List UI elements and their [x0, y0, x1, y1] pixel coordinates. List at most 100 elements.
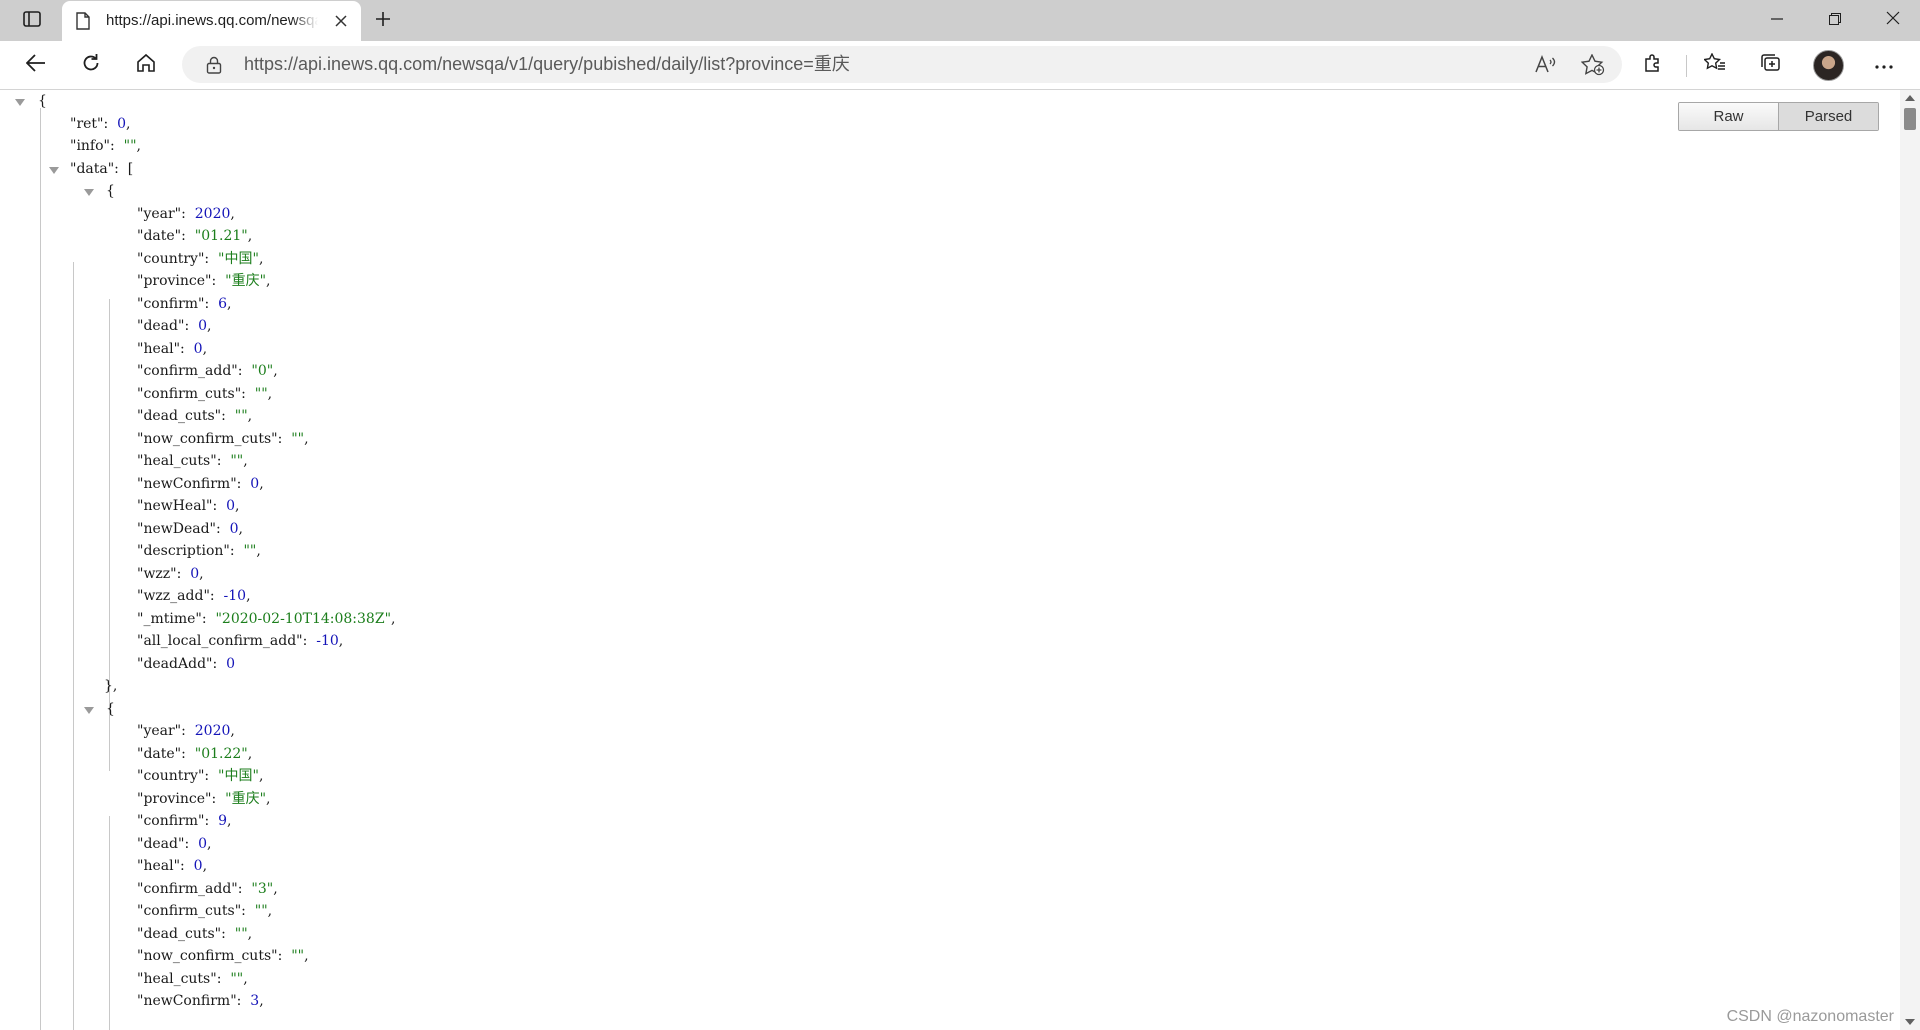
plus-icon	[375, 11, 391, 32]
tab-actions-icon	[23, 10, 41, 32]
json-line: "ret": 0,	[70, 115, 131, 132]
minimize-icon	[1771, 12, 1783, 30]
home-button[interactable]	[129, 49, 163, 81]
vertical-scrollbar[interactable]	[1900, 90, 1920, 1030]
json-line: {	[0, 180, 395, 203]
scroll-down-arrow-icon[interactable]	[1905, 1019, 1915, 1025]
json-line: "confirm": 9,	[137, 813, 232, 829]
puzzle-icon	[1643, 53, 1663, 78]
refresh-icon	[81, 53, 101, 78]
json-line: "newHeal": 0,	[137, 498, 240, 514]
json-line: {	[0, 90, 395, 113]
tab-strip: https://api.inews.qq.com/newsqa/v1/query…	[0, 0, 1920, 41]
json-line: "_mtime": "2020-02-10T14:08:38Z",	[137, 610, 396, 627]
read-aloud-icon[interactable]	[1532, 51, 1560, 79]
collapse-toggle-icon[interactable]	[84, 706, 94, 714]
extensions-button[interactable]	[1636, 49, 1670, 81]
json-viewer: { "ret": 0, "info": "", "data": [ { "yea…	[0, 90, 1900, 1030]
json-value: 0	[226, 655, 236, 672]
json-line: "heal": 0,	[137, 340, 208, 357]
collapse-toggle-icon[interactable]	[84, 189, 94, 196]
url-text[interactable]: https://api.inews.qq.com/newsqa/v1/query…	[244, 53, 850, 75]
scroll-up-arrow-icon[interactable]	[1905, 95, 1915, 101]
json-value: 中国	[224, 768, 253, 784]
json-line: },	[104, 678, 118, 694]
json-line: {	[0, 698, 395, 721]
json-value: 重庆	[231, 273, 260, 289]
json-line: "country": "中国",	[137, 768, 264, 784]
back-arrow-icon	[25, 53, 46, 77]
json-value: 0	[193, 340, 203, 357]
json-value: 2020	[194, 723, 231, 739]
json-line: "now_confirm_cuts": "",	[137, 430, 309, 447]
parsed-button[interactable]: Parsed	[1778, 103, 1878, 130]
lock-icon[interactable]	[206, 56, 222, 74]
favorites-list-icon	[1702, 51, 1726, 78]
json-line: "dead_cuts": "",	[137, 925, 253, 942]
collections-icon	[1760, 53, 1782, 78]
profile-avatar[interactable]	[1813, 50, 1844, 81]
home-icon	[136, 53, 156, 78]
json-line: "data": [	[0, 158, 395, 181]
json-line: "confirm_add": "0",	[137, 363, 278, 379]
json-line: "deadAdd": 0	[137, 655, 236, 672]
json-line: "dead_cuts": "",	[137, 408, 253, 424]
json-line: "info": "",	[70, 138, 141, 154]
json-line: "confirm_cuts": "",	[137, 385, 273, 402]
more-dots-icon	[1875, 56, 1893, 74]
address-bar[interactable]: https://api.inews.qq.com/newsqa/v1/query…	[182, 46, 1622, 83]
close-icon	[1886, 11, 1900, 30]
settings-more-button[interactable]	[1867, 49, 1901, 81]
browser-tab-active[interactable]: https://api.inews.qq.com/newsqa/v1/query…	[62, 1, 361, 41]
json-value: 3	[250, 993, 260, 1009]
json-value: -10	[316, 633, 339, 649]
view-mode-toggle: Raw Parsed	[1678, 102, 1879, 131]
restore-icon	[1829, 12, 1841, 30]
json-line: "province": "重庆",	[137, 790, 271, 807]
json-tree: { "ret": 0, "info": "", "data": [ { "yea…	[0, 90, 396, 1030]
json-value: 01.21	[201, 228, 242, 244]
browser-toolbar: https://api.inews.qq.com/newsqa/v1/query…	[0, 41, 1920, 90]
refresh-button[interactable]	[74, 49, 108, 81]
json-value: 0	[198, 835, 207, 852]
json-value: 0	[250, 475, 260, 492]
json-line: "year": 2020,	[137, 205, 235, 222]
tab-actions-menu-button[interactable]	[12, 8, 52, 34]
close-tab-icon[interactable]	[331, 11, 351, 31]
scrollbar-thumb[interactable]	[1904, 108, 1916, 130]
close-window-button[interactable]	[1864, 0, 1920, 41]
collapse-toggle-icon[interactable]	[15, 99, 25, 106]
raw-button[interactable]: Raw	[1679, 103, 1778, 130]
collapse-toggle-icon[interactable]	[49, 166, 59, 174]
json-line: "date": "01.22",	[137, 745, 253, 762]
json-line: "confirm_cuts": "",	[137, 903, 273, 919]
json-line: "dead": 0,	[137, 318, 212, 334]
json-line: "all_local_confirm_add": -10,	[137, 633, 344, 649]
json-line: "year": 2020,	[137, 723, 235, 739]
restore-button[interactable]	[1806, 0, 1864, 41]
json-value: -10	[223, 588, 247, 604]
json-value: 0	[193, 858, 203, 874]
favorites-button[interactable]	[1698, 49, 1732, 81]
json-line: "confirm": 6,	[137, 295, 232, 312]
add-favorite-icon[interactable]	[1579, 51, 1607, 79]
json-value: 0	[190, 565, 200, 582]
json-line: "confirm_add": "3",	[137, 880, 278, 897]
json-value: 01.22	[201, 745, 242, 762]
json-value: 9	[218, 813, 228, 829]
json-value: 0	[229, 520, 239, 537]
watermark: CSDN @nazonomaster	[1726, 1008, 1894, 1025]
collections-button[interactable]	[1754, 49, 1788, 81]
json-value: 0	[117, 115, 127, 132]
new-tab-button[interactable]	[370, 8, 396, 34]
json-line: "newConfirm": 3,	[137, 993, 264, 1009]
back-button[interactable]	[19, 49, 53, 81]
minimize-button[interactable]	[1748, 0, 1806, 41]
json-line: "province": "重庆",	[137, 273, 271, 289]
json-value: 6	[218, 295, 228, 312]
json-line: "wzz": 0,	[137, 565, 204, 582]
toolbar-separator	[1686, 55, 1687, 77]
json-value: 3	[257, 880, 267, 897]
json-line: "newConfirm": 0,	[137, 475, 264, 492]
json-value: 中国	[224, 250, 253, 267]
